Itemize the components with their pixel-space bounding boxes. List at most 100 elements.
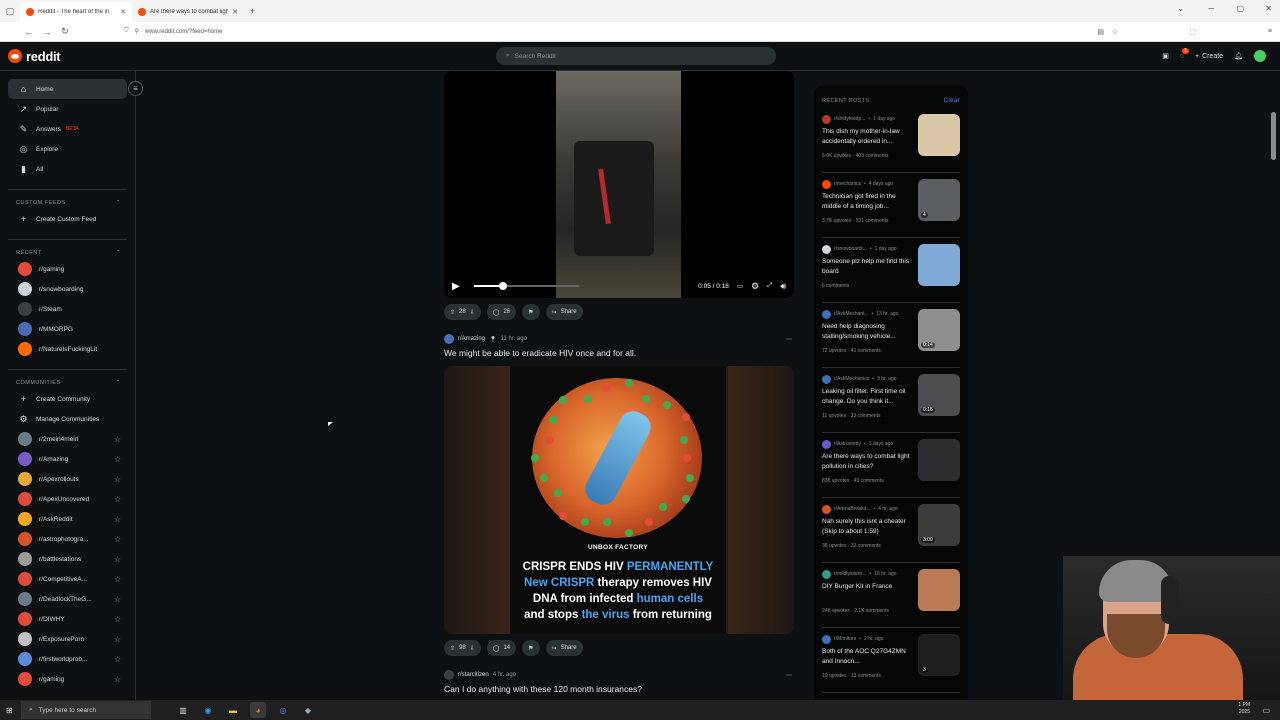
custom-feeds-header[interactable]: CUSTOM FEEDS ⌃	[8, 189, 127, 209]
site-info-icon[interactable]: ⚲	[135, 28, 139, 35]
sidebar-item-community[interactable]: r/DIWHY ☆	[8, 609, 127, 629]
recent-post-thumbnail[interactable]: 0:16	[918, 374, 960, 416]
url-field[interactable]: ⛉ ⚲ www.reddit.com/?feed=home	[124, 28, 1084, 35]
favorite-star-icon[interactable]: ☆	[114, 435, 121, 444]
close-tab-icon[interactable]: ✕	[232, 8, 238, 16]
recent-post-thumbnail[interactable]: 3	[918, 634, 960, 676]
recent-post-title[interactable]: Leaking oil filter. First time oil chang…	[822, 387, 914, 407]
sidebar-item-community[interactable]: r/battlestations ☆	[8, 549, 127, 569]
subreddit-name[interactable]: r/AskMechani...	[834, 311, 868, 317]
taskbar-search-input[interactable]: ⌕ Type here to search	[21, 701, 151, 719]
sidebar-item-community[interactable]: r/Apexrollouts ☆	[8, 469, 127, 489]
video-progress-slider[interactable]	[473, 282, 579, 290]
recent-post-title[interactable]: Are there ways to combat light pollution…	[822, 452, 914, 472]
menu-icon[interactable]: ≡	[1268, 28, 1272, 35]
search-input[interactable]: ⌕ Search Reddit	[496, 47, 776, 65]
subreddit-name[interactable]: r/Monitors	[834, 636, 856, 642]
create-community[interactable]: + Create Community	[8, 389, 127, 409]
reader-view-icon[interactable]: ▤	[1097, 28, 1104, 36]
upvote-icon[interactable]: ⇧	[450, 309, 455, 316]
subreddit-icon[interactable]	[444, 670, 454, 680]
user-avatar[interactable]	[1254, 50, 1266, 62]
share-button[interactable]: ↪ Share	[545, 640, 583, 656]
favorite-star-icon[interactable]: ☆	[114, 655, 121, 664]
subreddit-name[interactable]: r/mildlyintere...	[834, 571, 867, 577]
sidebar-item-home[interactable]: ⌂ Home	[8, 79, 127, 99]
sidebar-item-community[interactable]: r/NatureIsFuckingLit	[8, 339, 127, 359]
recent-post-thumbnail[interactable]	[918, 569, 960, 611]
reload-icon[interactable]: ↻	[56, 26, 74, 37]
captions-icon[interactable]: ▭	[737, 282, 743, 290]
extensions-icon[interactable]: ⬚	[1189, 28, 1196, 36]
recent-post-thumbnail[interactable]: 3:00	[918, 504, 960, 546]
subreddit-link[interactable]: r/starcitizen	[458, 672, 489, 678]
close-window-icon[interactable]: ✕	[1265, 4, 1272, 13]
downvote-icon[interactable]: ⇩	[470, 645, 475, 652]
new-tab-icon[interactable]: +	[250, 6, 255, 16]
firefox-icon[interactable]: ◕	[250, 702, 266, 718]
sidebar-item-answers[interactable]: ✎ Answers BETA	[8, 119, 127, 139]
recent-post-item[interactable]: r/AskMechanics • 3 hr. ago Leaking oil filt…	[822, 368, 960, 433]
reddit-logo[interactable]: reddit	[8, 49, 61, 64]
post-title[interactable]: We might be able to eradicate HIV once a…	[444, 348, 794, 362]
chat-icon[interactable]: ◌ 1	[1180, 47, 1189, 60]
back-icon[interactable]: ←	[20, 27, 38, 37]
recent-post-item[interactable]: r/mildlyintere... • 16 hr. ago DIY Burger K…	[822, 563, 960, 628]
close-tab-icon[interactable]: ✕	[120, 8, 126, 16]
upvote-icon[interactable]: ⇧	[450, 645, 455, 652]
subreddit-icon[interactable]	[444, 334, 454, 344]
favorite-star-icon[interactable]: ☆	[114, 635, 121, 644]
recent-post-item[interactable]: r/AskMechani... • 13 hr. ago Need help diag…	[822, 303, 960, 368]
subreddit-name[interactable]: r/ArenaBreako...	[834, 506, 870, 512]
subreddit-link[interactable]: r/Amazing	[458, 336, 485, 342]
award-button[interactable]: ⚑	[522, 304, 540, 320]
recent-post-item[interactable]: r/snowboardi... • 1 day ago Someone plz hel…	[822, 238, 960, 303]
sidebar-item-community[interactable]: r/firstworldprob... ☆	[8, 649, 127, 669]
comments-button[interactable]: ◯ 14	[486, 640, 517, 656]
subreddit-name[interactable]: r/Astronomy	[834, 441, 861, 447]
recent-post-title[interactable]: DIY Burger Kit in France	[822, 582, 914, 602]
recent-post-thumbnail[interactable]: 4	[918, 179, 960, 221]
system-clock[interactable]: 1 PM 2025	[1238, 702, 1250, 716]
task-view-icon[interactable]: ▥	[175, 702, 191, 718]
sidebar-item-community[interactable]: r/CompetitiveA... ☆	[8, 569, 127, 589]
favorite-star-icon[interactable]: ☆	[114, 535, 121, 544]
favorite-star-icon[interactable]: ☆	[114, 515, 121, 524]
recent-post-item[interactable]: r/Monitors • 2 hr. ago Both of the AOC Q27G…	[822, 628, 960, 693]
sidebar-item-community[interactable]: r/DeadlockTheG... ☆	[8, 589, 127, 609]
recent-post-title[interactable]: Someone plz help me find this board	[822, 257, 914, 277]
steam-icon[interactable]: ◆	[300, 702, 316, 718]
chrome-icon[interactable]: ◎	[275, 702, 291, 718]
recent-post-item[interactable]: r/mechanics • 4 days ago Technician got fir…	[822, 173, 960, 238]
more-options-icon[interactable]: ⋯	[786, 336, 792, 343]
forward-icon[interactable]: →	[38, 27, 56, 37]
minimize-icon[interactable]: ─	[1208, 4, 1214, 13]
sidebar-item-community[interactable]: r/astrophotogra... ☆	[8, 529, 127, 549]
recent-post-title[interactable]: Nah surely this isnt a cheater (Skip to …	[822, 517, 914, 537]
file-explorer-icon[interactable]: ▬	[225, 702, 241, 718]
recent-post-thumbnail[interactable]	[918, 439, 960, 481]
sidebar-item-community[interactable]: r/AskReddit ☆	[8, 509, 127, 529]
clear-button[interactable]: Clear	[944, 98, 960, 104]
sidebar-item-popular[interactable]: ↗ Popular	[8, 99, 127, 119]
sidebar-item-community[interactable]: r/snowboarding	[8, 279, 127, 299]
subreddit-name[interactable]: r/shittyfoodp...	[834, 116, 865, 122]
recent-post-item[interactable]: r/shittyfoodp... • 1 day ago This dish my m…	[822, 108, 960, 173]
settings-gear-icon[interactable]: ⚙	[751, 281, 759, 292]
recent-post-title[interactable]: This dish my mother-in-law accidentally …	[822, 127, 914, 147]
edge-icon[interactable]: ◉	[200, 702, 216, 718]
share-button[interactable]: ↪ Share	[545, 304, 583, 320]
sidebar-item-community[interactable]: r/Steam	[8, 299, 127, 319]
recent-post-title[interactable]: Both of the AOC Q27G4ZMN and Innocn...	[822, 647, 914, 667]
sidebar-item-community[interactable]: r/2meirl4meirl ☆	[8, 429, 127, 449]
favorite-star-icon[interactable]: ☆	[114, 675, 121, 684]
sidebar-item-community[interactable]: r/Amazing ☆	[8, 449, 127, 469]
favorite-star-icon[interactable]: ☆	[114, 475, 121, 484]
recent-post-title[interactable]: Technician got fired in the middle of a …	[822, 192, 914, 212]
downvote-icon[interactable]: ⇩	[470, 309, 475, 316]
favorite-star-icon[interactable]: ☆	[114, 595, 121, 604]
sidebar-item-community[interactable]: r/ExposurePorn ☆	[8, 629, 127, 649]
sidebar-item-all[interactable]: ▮ All	[8, 159, 127, 179]
recent-post-item[interactable]: r/Astronomy • 3 days ago Are there ways to …	[822, 433, 960, 498]
tab-light-pollution[interactable]: Are there ways to combat light ✕	[132, 2, 244, 22]
